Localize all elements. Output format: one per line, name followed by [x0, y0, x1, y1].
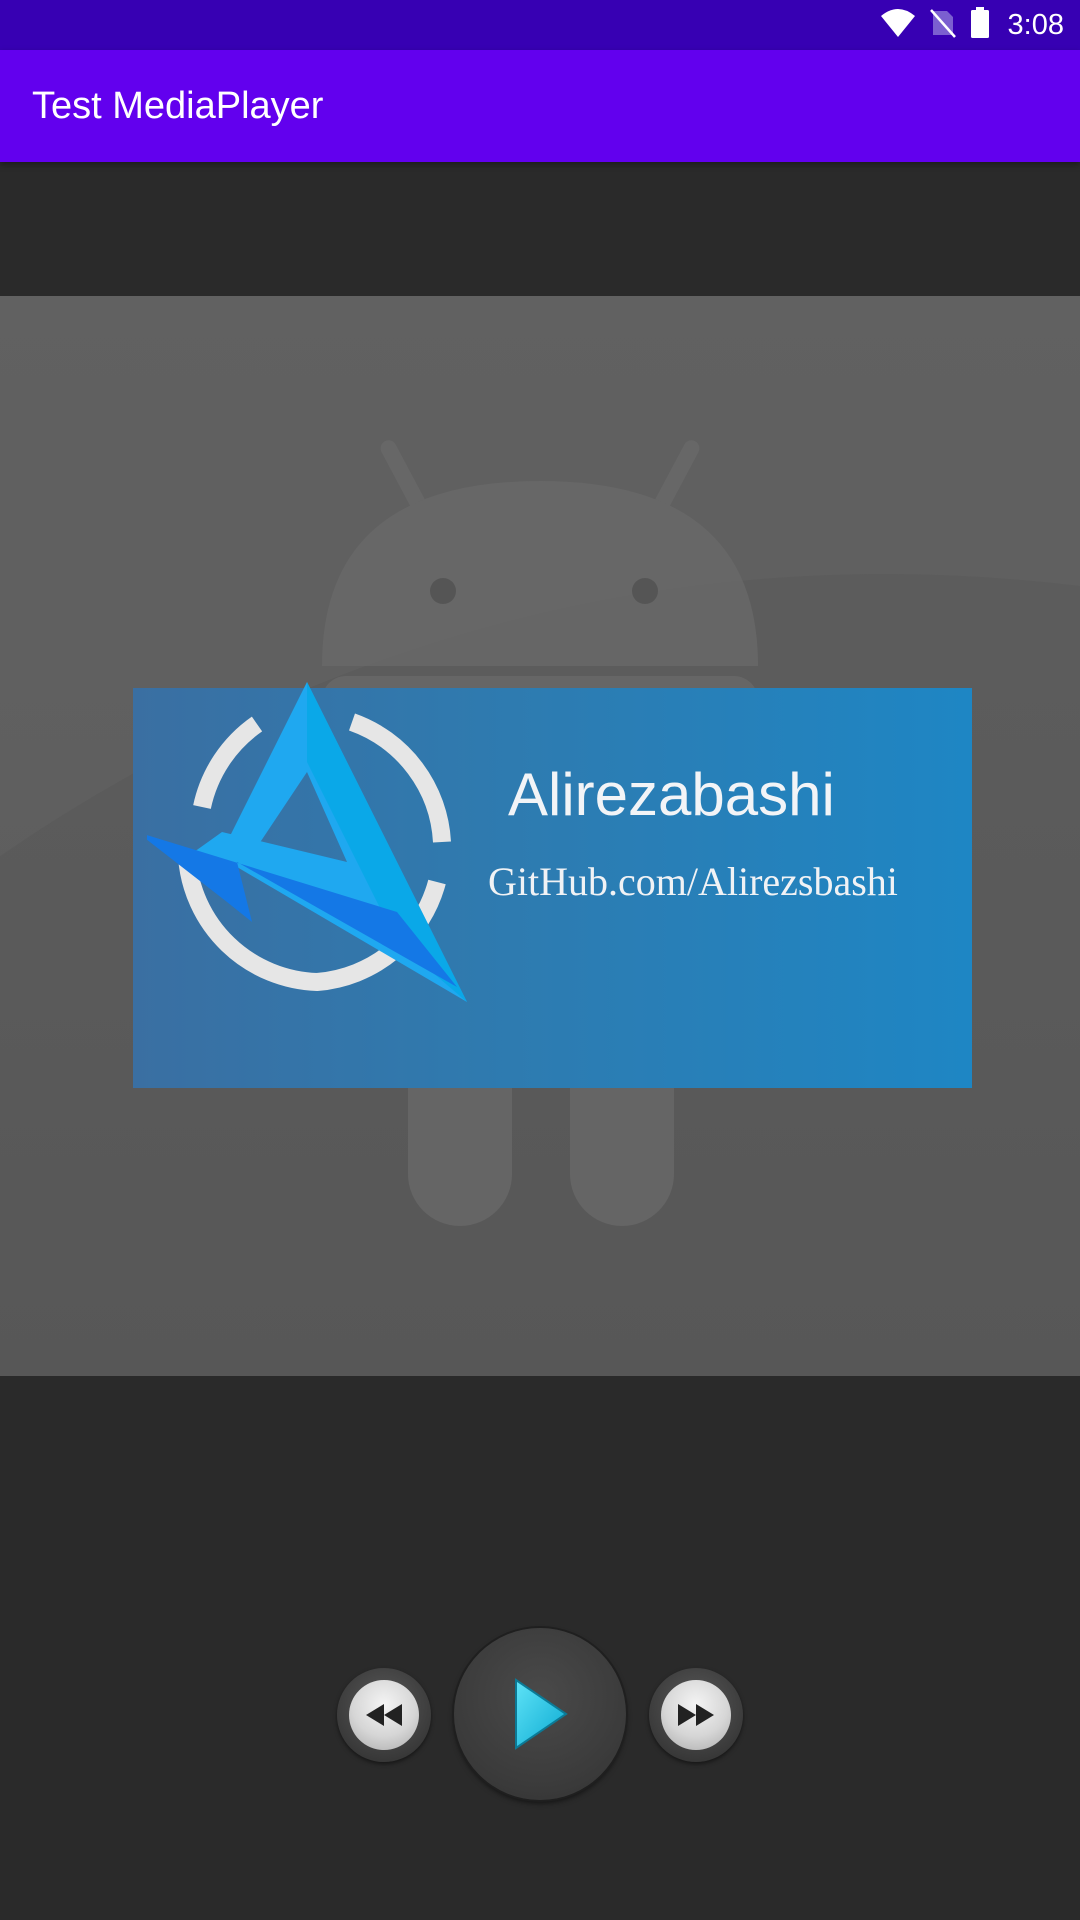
rewind-button-face: [349, 1680, 419, 1750]
playback-controls: [0, 1628, 1080, 1802]
wifi-icon: [880, 8, 916, 43]
fast-forward-button[interactable]: [649, 1668, 743, 1762]
fast-forward-icon: [678, 1704, 714, 1726]
app-title: Test MediaPlayer: [32, 85, 324, 127]
banner-subtitle: GitHub.com/Alirezsbashi: [488, 859, 898, 904]
status-bar: 3:08: [0, 0, 1080, 50]
rewind-icon: [366, 1704, 402, 1726]
no-sim-icon: [929, 8, 956, 43]
alirezabashi-logo-icon: [147, 682, 467, 1002]
status-time: 3:08: [1007, 8, 1064, 41]
play-icon: [515, 1678, 568, 1750]
banner-title: Alirezabashi: [508, 761, 835, 828]
app-bar: Test MediaPlayer: [0, 50, 1080, 162]
rewind-button[interactable]: [337, 1668, 431, 1762]
album-artwork: Alirezabashi GitHub.com/Alirezsbashi: [0, 296, 1080, 1376]
battery-icon: [970, 6, 990, 44]
play-button[interactable]: [454, 1628, 626, 1800]
logo-banner: Alirezabashi GitHub.com/Alirezsbashi: [133, 682, 972, 1088]
fast-forward-button-face: [661, 1680, 731, 1750]
status-icons: 3:08: [880, 0, 1064, 50]
